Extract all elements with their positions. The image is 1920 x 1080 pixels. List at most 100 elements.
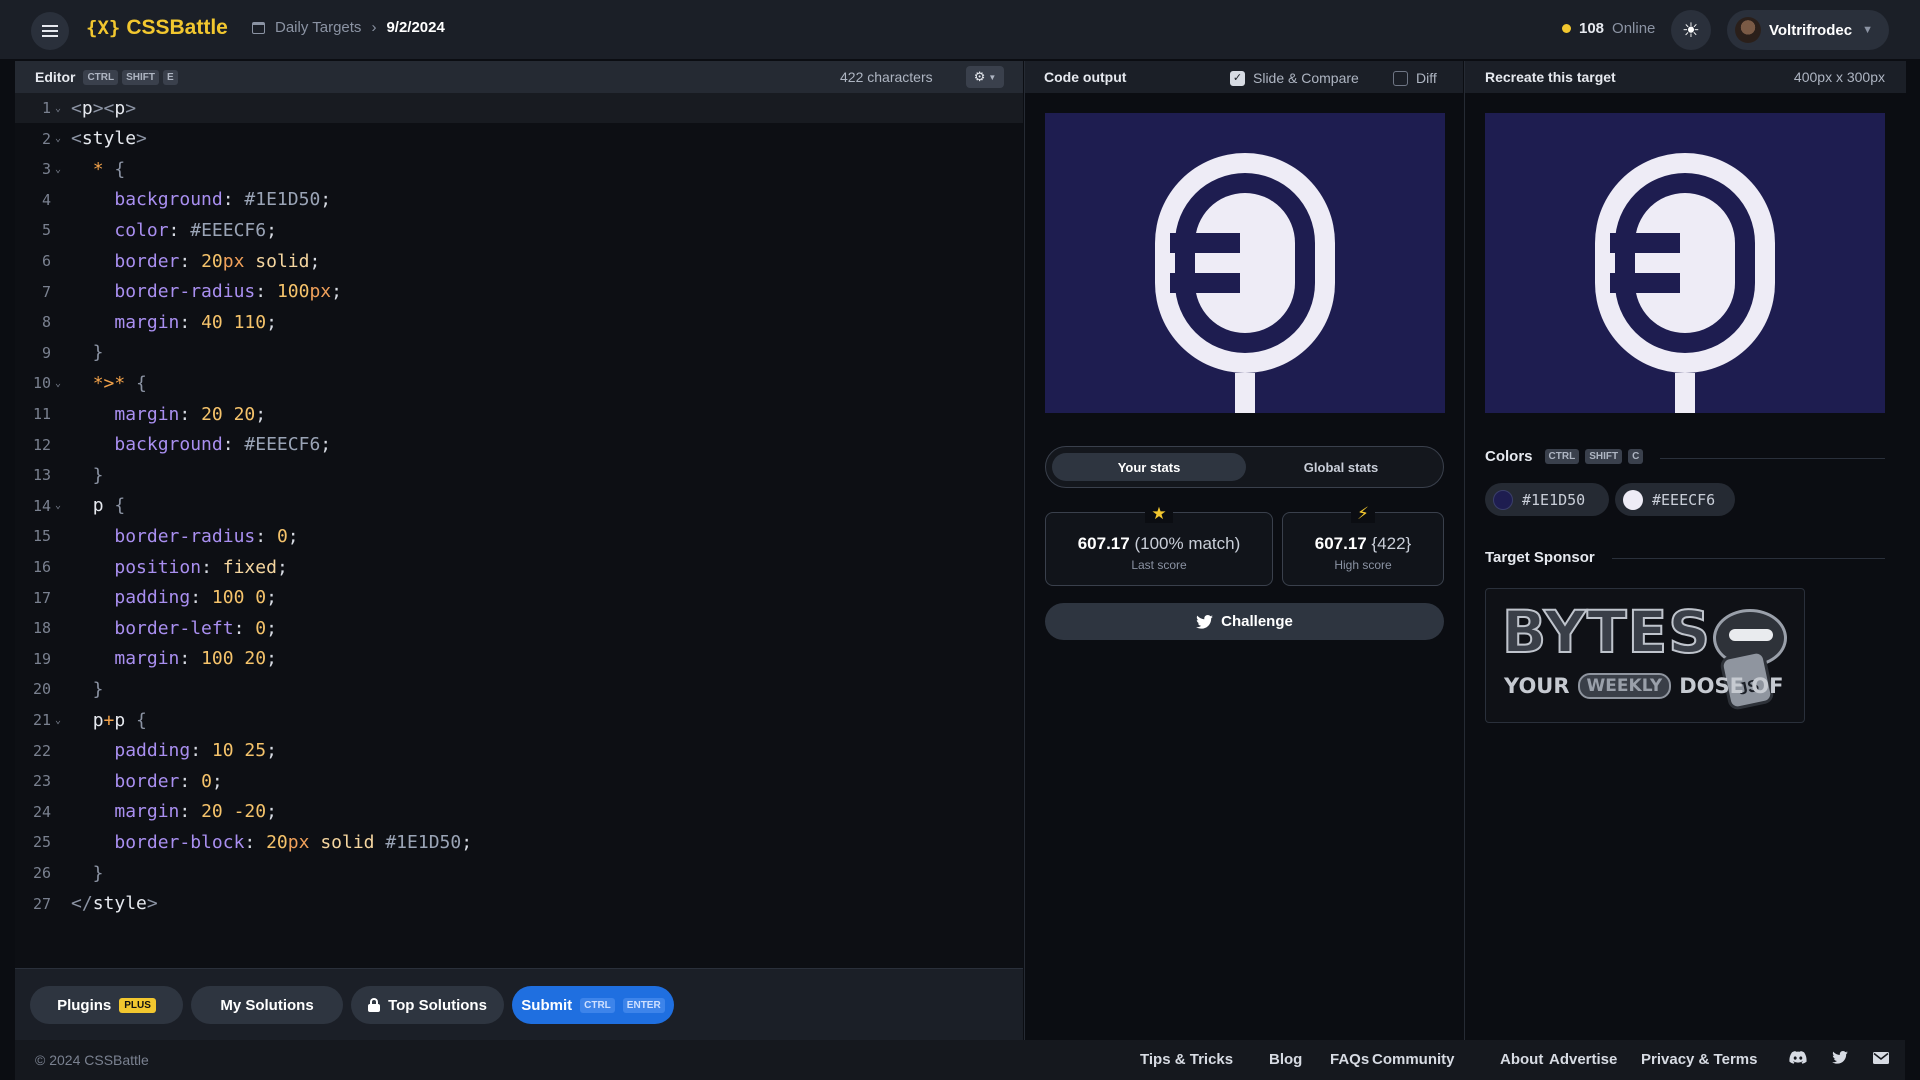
code-output-canvas[interactable] [1045,113,1445,413]
footer-link-tips[interactable]: Tips & Tricks [1140,1051,1233,1068]
tab-global-stats[interactable]: Global stats [1244,453,1438,481]
footer-link-privacy[interactable]: Privacy & Terms [1641,1051,1757,1068]
code-line[interactable]: 21 ⌄ p+p { [15,705,1023,735]
code-line[interactable]: 22 padding: 10 25; [15,736,1023,766]
diff-label: Diff [1416,70,1437,86]
footer-link-community[interactable]: Community [1372,1051,1455,1068]
top-bar: {X} CSSBattle Daily Targets › 9/2/2024 1… [0,0,1920,59]
logo-text: CSSBattle [126,16,228,39]
code-text: } [71,342,104,364]
menu-button[interactable] [31,12,69,50]
calendar-icon [252,21,265,34]
plugins-button[interactable]: Plugins PLUS [30,986,183,1024]
divider [1024,61,1025,1040]
editor-settings-button[interactable]: ⚙ ▼ [966,66,1004,88]
discord-icon[interactable] [1789,1051,1807,1069]
code-line[interactable]: 15 border-radius: 0; [15,521,1023,551]
code-line[interactable]: 2 ⌄ <style> [15,124,1023,154]
submit-label: Submit [521,996,573,1014]
code-line[interactable]: 19 margin: 100 20; [15,644,1023,674]
theme-toggle-button[interactable]: ☀ [1671,10,1711,50]
last-score-label: Last score [1131,558,1187,572]
code-line[interactable]: 17 padding: 100 0; [15,583,1023,613]
shortcut-key: CTRL [83,69,119,85]
divider [1612,558,1885,559]
fold-chevron-icon[interactable]: ⌄ [51,500,65,511]
plugins-label: Plugins [57,996,112,1014]
mail-icon[interactable] [1873,1051,1889,1068]
code-line[interactable]: 13 } [15,460,1023,490]
challenge-button[interactable]: Challenge [1045,603,1444,640]
shortcut-key: E [163,69,178,85]
slide-compare-toggle[interactable]: ✓ Slide & Compare [1230,70,1359,86]
my-solutions-button[interactable]: My Solutions [191,986,343,1024]
twitter-icon[interactable] [1832,1051,1848,1068]
line-number: 13 [32,466,51,485]
code-line[interactable]: 7 border-radius: 100px; [15,277,1023,307]
code-line[interactable]: 25 border-block: 20px solid #1E1D50; [15,827,1023,857]
color-swatch[interactable]: #1E1D50 [1485,483,1609,516]
breadcrumb-daily-targets[interactable]: Daily Targets [275,19,361,36]
code-text: background: #EEECF6; [114,434,332,456]
colors-section-title: Colors CTRL SHIFT C [1485,448,1644,465]
editor-title: Editor [35,69,76,85]
code-text: <style> [71,128,147,150]
code-line[interactable]: 16 position: fixed; [15,552,1023,582]
code-text: border: 20px solid; [114,250,321,272]
code-line[interactable]: 24 margin: 20 -20; [15,797,1023,827]
top-solutions-button[interactable]: Top Solutions [351,986,504,1024]
code-line[interactable]: 5 color: #EEECF6; [15,215,1023,245]
footer-link-advertise[interactable]: Advertise [1549,1051,1617,1068]
tab-your-stats[interactable]: Your stats [1052,453,1246,481]
code-line[interactable]: 20 } [15,674,1023,704]
logo-mark: {X} [86,17,121,39]
fold-chevron-icon[interactable]: ⌄ [51,164,65,175]
code-line[interactable]: 11 margin: 20 20; [15,399,1023,429]
code-text: position: fixed; [114,556,288,578]
submit-button[interactable]: Submit CTRL ENTER [512,986,674,1024]
logo[interactable]: {X} CSSBattle [86,16,228,40]
code-line[interactable]: 10 ⌄ *>* { [15,368,1023,398]
fold-chevron-icon[interactable]: ⌄ [51,715,65,726]
code-line[interactable]: 23 border: 0; [15,766,1023,796]
divider [1660,458,1885,459]
shortcut-key: CTRL [580,997,615,1013]
user-menu[interactable]: Voltrifrodec ▼ [1727,10,1889,50]
sponsor-logo-text: BYTES [1501,598,1711,666]
fold-chevron-icon[interactable]: ⌄ [51,378,65,389]
sponsor-tagline: YOUR WEEKLY DOSE OF [1504,673,1784,699]
shortcut-key: CTRL [1544,449,1580,464]
line-number: 25 [32,833,51,852]
footer-link-faqs[interactable]: FAQs [1330,1051,1369,1068]
footer-link-about[interactable]: About [1500,1051,1543,1068]
fold-chevron-icon[interactable]: ⌄ [51,133,65,144]
avatar [1735,17,1761,43]
code-line[interactable]: 18 border-left: 0; [15,613,1023,643]
code-line[interactable]: 3 ⌄ * { [15,154,1023,184]
code-line[interactable]: 12 background: #EEECF6; [15,430,1023,460]
diff-toggle[interactable]: Diff [1393,70,1437,86]
color-swatch[interactable]: #EEECF6 [1615,483,1735,516]
code-text: *>* { [92,372,147,394]
code-line[interactable]: 6 border: 20px solid; [15,246,1023,276]
code-line[interactable]: 4 background: #1E1D50; [15,185,1023,215]
char-count: 422 characters [840,69,933,85]
code-text: border-radius: 0; [114,525,299,547]
chevron-right-icon: › [371,19,377,36]
code-text: margin: 100 20; [114,648,277,670]
code-line[interactable]: 8 margin: 40 110; [15,307,1023,337]
code-line[interactable]: 1 ⌄ <p><p> [15,93,1023,123]
divider [1464,61,1465,1040]
code-text: margin: 20 20; [114,403,267,425]
code-editor[interactable]: 1 ⌄ <p><p> 2 ⌄ <style> 3 ⌄ * {4 background: #1E… [15,93,1023,968]
code-line[interactable]: 14 ⌄ p { [15,491,1023,521]
slide-compare-label: Slide & Compare [1253,70,1359,86]
sponsor-banner[interactable]: BYTES JS YOUR WEEKLY DOSE OF [1485,588,1805,723]
line-number: 5 [41,221,51,240]
fold-chevron-icon[interactable]: ⌄ [51,103,65,114]
footer-link-blog[interactable]: Blog [1269,1051,1302,1068]
code-line[interactable]: 26 } [15,858,1023,888]
code-line[interactable]: 27 </style> [15,889,1023,919]
line-number: 24 [32,802,51,821]
code-line[interactable]: 9 } [15,338,1023,368]
